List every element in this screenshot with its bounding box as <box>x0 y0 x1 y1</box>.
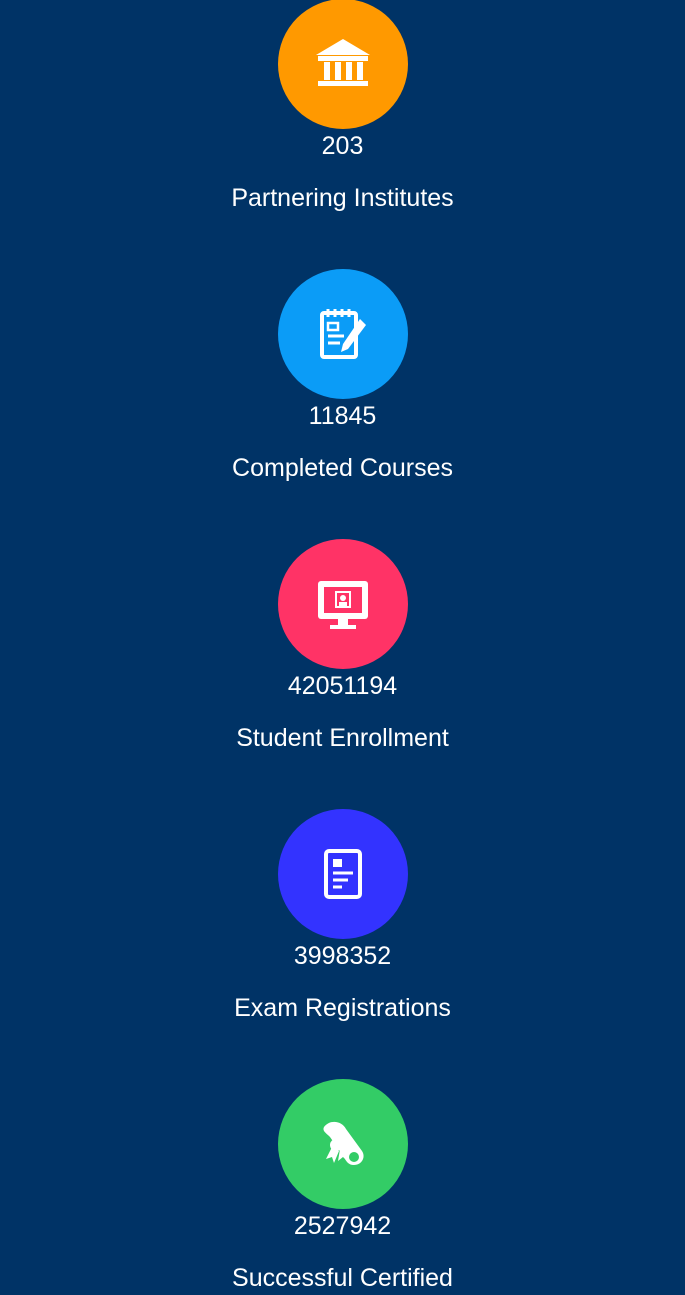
certificate-scroll-icon <box>277 1079 408 1209</box>
stat-count: 3998352 <box>293 942 392 970</box>
monitor-user-icon <box>277 539 408 669</box>
stat-successful-certified: 2527942 Successful Certified <box>0 1079 685 1295</box>
stat-count: 11845 <box>308 402 377 430</box>
stat-count: 42051194 <box>287 672 398 700</box>
stat-label: Successful Certified <box>232 1264 453 1292</box>
document-icon <box>277 809 408 939</box>
stat-count: 2527942 <box>293 1212 392 1240</box>
stat-student-enrollment: 42051194 Student Enrollment <box>0 539 685 755</box>
stat-completed-courses: 11845 Completed Courses <box>0 269 685 485</box>
stat-exam-registrations: 3998352 Exam Registrations <box>0 809 685 1025</box>
stat-label: Student Enrollment <box>236 724 449 752</box>
stat-label: Completed Courses <box>232 454 453 482</box>
stat-count: 203 <box>321 132 364 160</box>
stats-section: 203 Partnering Institutes 11845 Complete… <box>0 0 685 1294</box>
stat-label: Exam Registrations <box>234 994 451 1022</box>
stat-partnering-institutes: 203 Partnering Institutes <box>0 0 685 215</box>
stat-label: Partnering Institutes <box>231 184 454 212</box>
notepad-pen-icon <box>277 269 408 399</box>
institute-building-icon <box>277 0 408 129</box>
